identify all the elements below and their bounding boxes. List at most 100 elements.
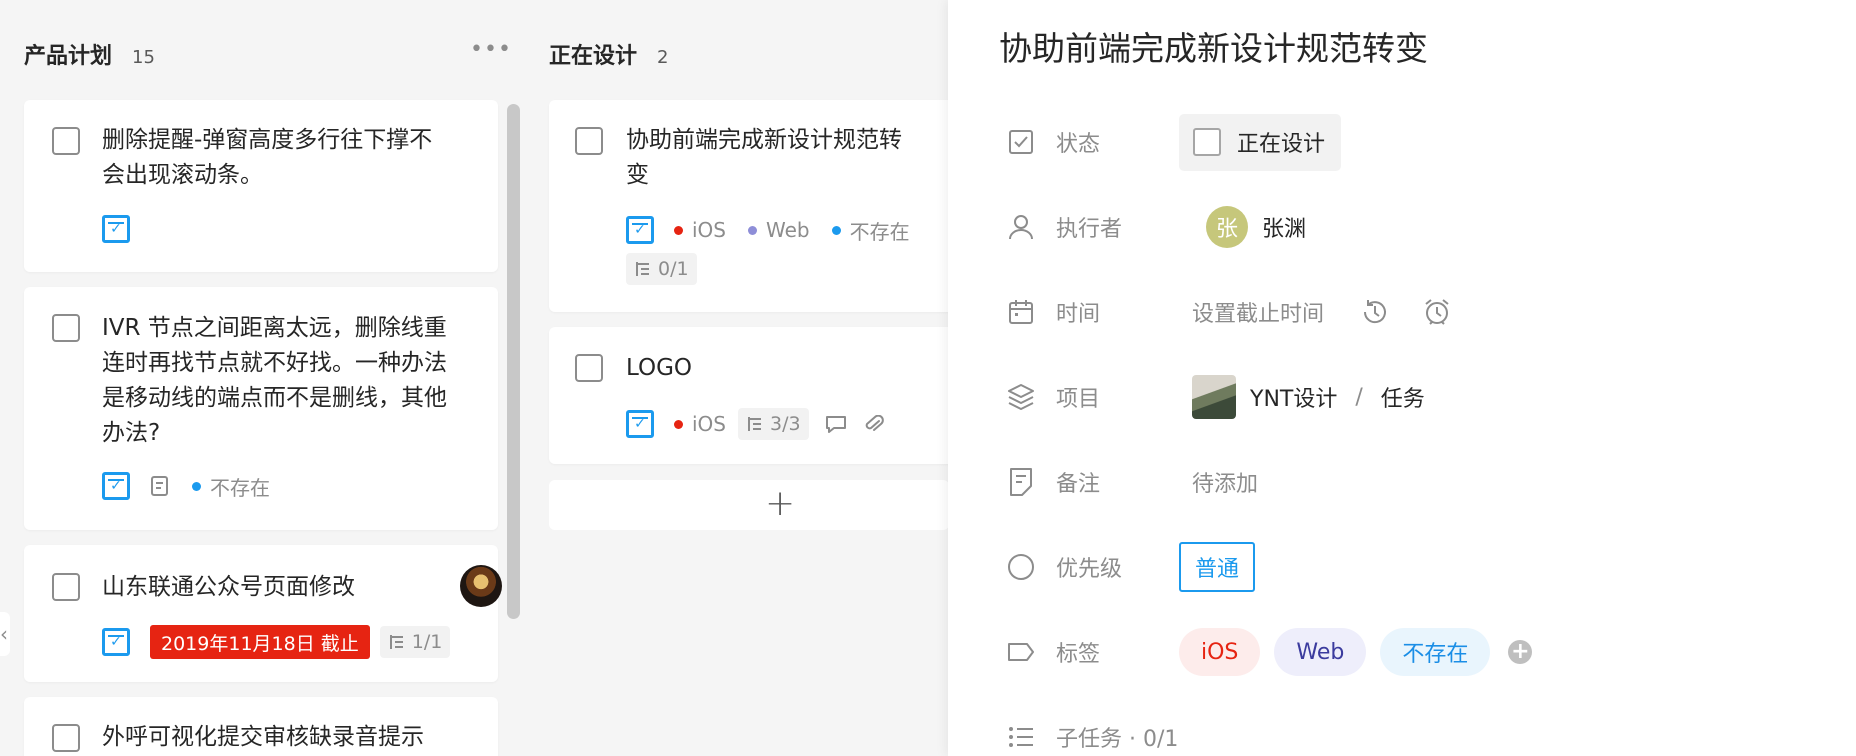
- field-label: 时间: [1056, 302, 1101, 327]
- more-icon[interactable]: •••: [470, 39, 512, 61]
- scrollbar[interactable]: [507, 104, 520, 619]
- add-tag-icon[interactable]: +: [1508, 640, 1533, 664]
- task-type-icon: ✓: [626, 216, 654, 244]
- task-meta: ✓ 2019年11月18日 截止 1/1: [102, 624, 451, 660]
- task-title: IVR 节点之间距离太远，删除线重 连时再找节点就不好找。一种办法 是移动线的端…: [102, 315, 447, 446]
- note-icon: [150, 475, 170, 497]
- subtask-chip: 0/1: [626, 253, 697, 285]
- tag-label: iOS: [692, 218, 726, 242]
- column-title: 正在设计: [549, 44, 638, 69]
- field-assignee: 执行者 张 张渊: [1006, 197, 1826, 257]
- tag-pill-ios[interactable]: iOS: [1179, 628, 1261, 676]
- add-icon: +: [765, 483, 796, 524]
- task-checkbox[interactable]: [575, 354, 603, 382]
- layers-icon: [1006, 382, 1036, 412]
- column-title: 产品计划: [24, 44, 113, 69]
- assignee-value[interactable]: 张 张渊: [1192, 206, 1306, 248]
- field-label: 备注: [1056, 472, 1101, 497]
- task-meta-subtasks: 0/1: [626, 252, 697, 286]
- list-icon: [1006, 722, 1036, 752]
- tag-dot: [674, 225, 683, 235]
- time-value[interactable]: 设置截止时间: [1192, 296, 1452, 328]
- task-title[interactable]: 协助前端完成新设计规范转变: [999, 22, 1428, 70]
- priority-value[interactable]: 普通: [1179, 542, 1256, 592]
- task-meta: ✓ 不存在: [102, 471, 270, 501]
- task-meta: ✓ iOS Web 不存在: [626, 215, 910, 245]
- task-card[interactable]: 山东联通公众号页面修改 ✓ 2019年11月18日 截止 1/1: [24, 545, 502, 682]
- subtask-chip: 1/1: [379, 626, 451, 658]
- task-title: 协助前端完成新设计规范转 变: [626, 127, 902, 188]
- field-status: 状态 正在设计: [1006, 112, 1826, 172]
- checkbox-icon: [1006, 127, 1036, 157]
- subtask-icon: [634, 260, 652, 278]
- circle-icon: [1006, 552, 1036, 582]
- field-tags: 标签 iOS Web 不存在 +: [1006, 622, 1826, 682]
- tag-label: iOS: [692, 412, 726, 436]
- task-card[interactable]: 外呼可视化提交审核缺录音提示: [24, 697, 498, 756]
- task-meta: ✓ iOS 3/3: [626, 407, 885, 441]
- field-note: 备注 待添加: [1006, 452, 1826, 512]
- task-checkbox[interactable]: [52, 127, 80, 155]
- task-checkbox[interactable]: [52, 724, 80, 752]
- field-label: 标签: [1056, 642, 1101, 667]
- task-title: 删除提醒-弹窗高度多行往下撑不 会出现滚动条。: [102, 127, 433, 188]
- column-count: 15: [132, 47, 155, 68]
- column-header-product-plan: 产品计划 15: [24, 38, 155, 70]
- field-subtasks: 子任务 · 0/1: [1006, 707, 1826, 756]
- status-checkbox[interactable]: [1193, 128, 1221, 156]
- user-icon: [1006, 212, 1036, 242]
- comment-icon: [825, 414, 847, 434]
- task-title: 外呼可视化提交审核缺录音提示: [102, 724, 424, 750]
- tag-label: 不存在: [849, 219, 910, 244]
- tag-label: Web: [766, 218, 810, 242]
- tag-icon: [1006, 637, 1036, 667]
- tag-dot: [748, 225, 757, 235]
- avatar[interactable]: [460, 565, 502, 607]
- field-label: 执行者: [1056, 217, 1123, 242]
- task-title: LOGO: [626, 355, 693, 381]
- task-type-icon: ✓: [102, 472, 130, 500]
- subtask-chip: 3/3: [738, 408, 809, 440]
- task-type-icon: ✓: [102, 215, 130, 243]
- note-value[interactable]: 待添加: [1192, 466, 1258, 498]
- project-value[interactable]: YNT设计 / 任务: [1184, 375, 1425, 419]
- task-card[interactable]: IVR 节点之间距离太远，删除线重 连时再找节点就不好找。一种办法 是移动线的端…: [24, 287, 498, 530]
- task-checkbox[interactable]: [52, 314, 80, 342]
- tag-pill-web[interactable]: Web: [1274, 628, 1367, 676]
- subtask-icon: [746, 415, 764, 433]
- tag-dot: [831, 225, 841, 235]
- task-checkbox[interactable]: [52, 573, 80, 601]
- subtask-icon: [388, 633, 406, 651]
- calendar-icon: [1006, 297, 1036, 327]
- avatar: 张: [1206, 206, 1248, 248]
- alarm-icon[interactable]: [1422, 297, 1452, 327]
- tags-value: iOS Web 不存在 +: [1179, 628, 1533, 676]
- task-meta: ✓: [102, 214, 130, 244]
- task-card[interactable]: 删除提醒-弹窗高度多行往下撑不 会出现滚动条。 ✓: [24, 100, 498, 272]
- memo-icon: [1006, 467, 1036, 497]
- tag-dot: [192, 481, 201, 491]
- task-title: 山东联通公众号页面修改: [102, 574, 355, 600]
- task-type-icon: ✓: [102, 628, 130, 656]
- field-label: 子任务 · 0/1: [1056, 727, 1179, 752]
- attachment-icon: [863, 415, 885, 433]
- due-date-badge: 2019年11月18日 截止: [150, 625, 370, 659]
- tag-label: 不存在: [210, 475, 270, 500]
- column-count: 2: [657, 47, 669, 68]
- task-type-icon: ✓: [626, 410, 654, 438]
- tag-pill-not-exist[interactable]: 不存在: [1380, 628, 1491, 676]
- field-priority: 优先级 普通: [1006, 537, 1826, 597]
- history-icon[interactable]: [1360, 297, 1390, 327]
- project-thumbnail: [1192, 375, 1236, 419]
- task-card[interactable]: 协助前端完成新设计规范转 变 ✓ iOS Web 不存在 0/1: [549, 100, 969, 312]
- add-task-button[interactable]: +: [549, 480, 949, 530]
- status-value[interactable]: 正在设计: [1179, 113, 1342, 171]
- task-card[interactable]: LOGO ✓ iOS 3/3: [549, 327, 969, 464]
- tag-dot: [674, 419, 683, 429]
- field-time: 时间 设置截止时间: [1006, 282, 1826, 342]
- collapse-handle[interactable]: ‹: [0, 612, 10, 656]
- field-label: 优先级: [1056, 557, 1123, 582]
- task-checkbox[interactable]: [575, 127, 603, 155]
- field-label: 项目: [1056, 387, 1101, 412]
- field-project: 项目 YNT设计 / 任务: [1006, 367, 1826, 427]
